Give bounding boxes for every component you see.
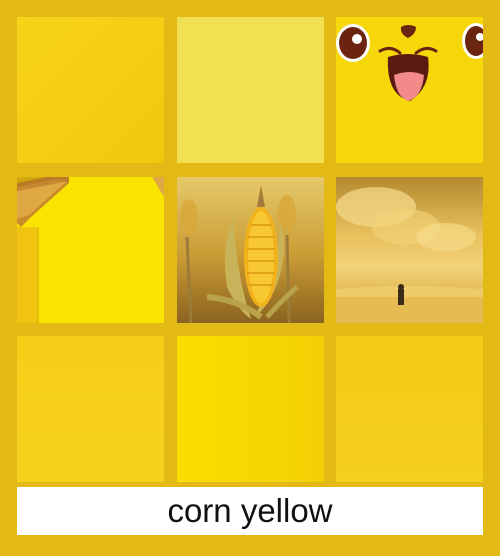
yellow-swatch-tile-1 [17, 17, 164, 163]
caption-box: corn yellow [17, 487, 483, 535]
golden-sky-image [336, 187, 483, 323]
yellow-swatch-tile-3 [336, 336, 483, 482]
nose [400, 25, 416, 38]
golden-sky-tile [336, 177, 483, 323]
corn-cob-tile [177, 177, 324, 323]
yellow-swatch-tile-2 [17, 336, 164, 482]
cartoon-face-image [336, 23, 483, 101]
corn-cob-image [180, 185, 299, 323]
caption-text: corn yellow [167, 492, 333, 529]
pale-yellow-swatch-tile [177, 17, 324, 163]
cartoon-face-tile [336, 17, 483, 163]
bright-yellow-swatch-tile [177, 336, 324, 482]
image-grid-frame: corn yellow [0, 0, 500, 556]
person-silhouette [398, 289, 404, 305]
roof-and-wall-image [17, 177, 164, 323]
yellow-wall-tile [17, 177, 164, 323]
